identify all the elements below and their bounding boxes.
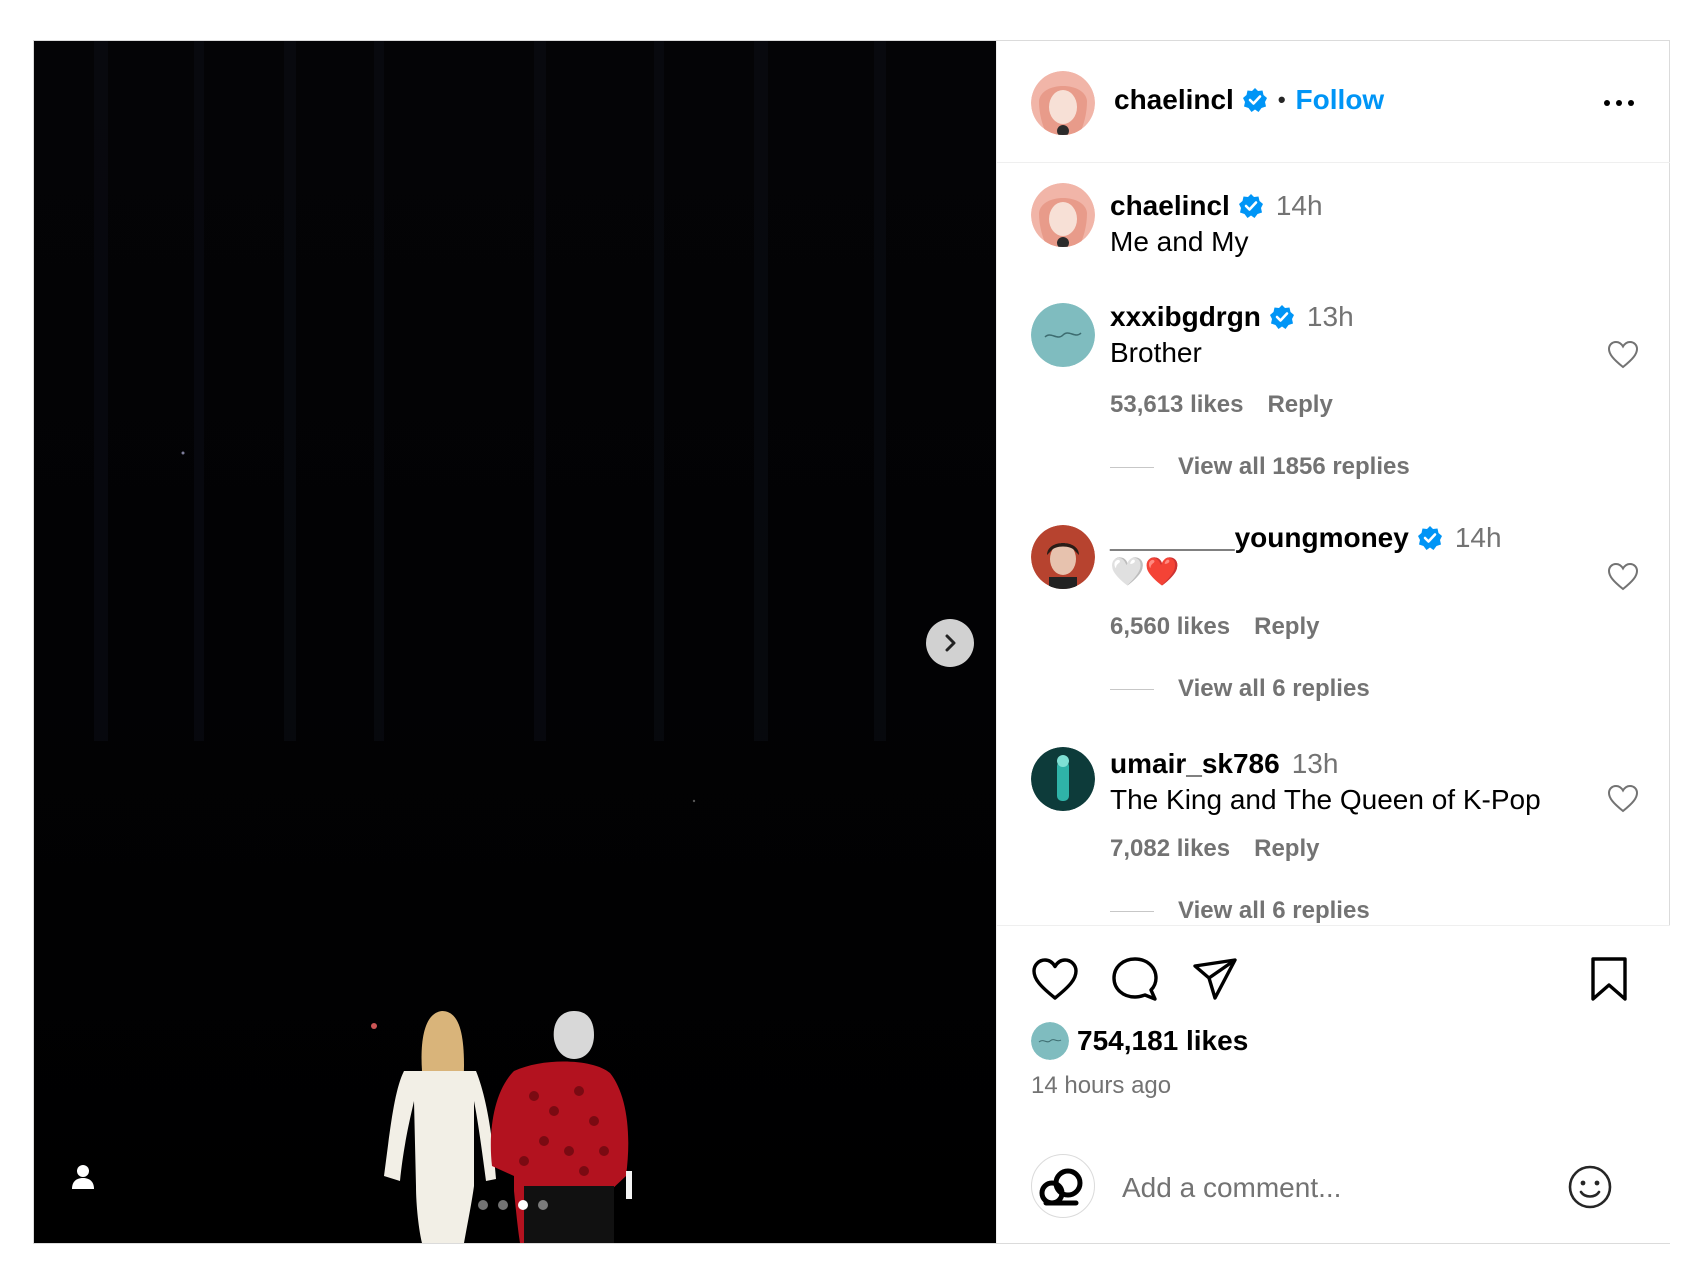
- avatar[interactable]: [1031, 747, 1095, 811]
- like-comment-icon[interactable]: [1607, 562, 1639, 592]
- verified-badge-icon: [1238, 194, 1263, 218]
- comment-username[interactable]: umair_sk786: [1110, 747, 1280, 781]
- author-header: chaelincl • Follow: [1114, 83, 1384, 117]
- carousel-dot: [498, 1200, 508, 1210]
- likes-summary[interactable]: 754,181 likes: [1031, 1022, 1248, 1060]
- avatar[interactable]: [1031, 303, 1095, 367]
- current-user-avatar: [1031, 1154, 1095, 1218]
- comment-time[interactable]: 13h: [1307, 300, 1354, 334]
- reply-button[interactable]: Reply: [1254, 613, 1319, 641]
- view-replies-label: View all 6 replies: [1178, 675, 1370, 702]
- view-replies-button[interactable]: View all 6 replies: [1110, 897, 1370, 925]
- likes-count[interactable]: 754,181 likes: [1077, 1025, 1248, 1057]
- post-time-ago[interactable]: 14 hours ago: [1031, 1072, 1171, 1100]
- divider: [1110, 688, 1154, 690]
- comment-username[interactable]: ________youngmoney: [1110, 521, 1409, 555]
- liked-by-avatar: [1031, 1022, 1069, 1060]
- chevron-right-icon: [945, 634, 956, 652]
- comment-bubble-icon[interactable]: [1111, 956, 1159, 1002]
- post-side-panel: chaelincl • Follow chaelincl 14h Me and …: [996, 41, 1670, 1243]
- add-comment-input[interactable]: [1120, 1164, 1544, 1212]
- more-options-icon[interactable]: [1602, 93, 1636, 113]
- next-slide-button[interactable]: [926, 619, 974, 667]
- reply-button[interactable]: Reply: [1267, 391, 1332, 419]
- comment: umair_sk786 13h The King and The Queen o…: [997, 747, 1670, 947]
- caption: chaelincl 14h Me and My: [997, 183, 1670, 283]
- comment-text: The King and The Queen of K-Pop: [1110, 784, 1541, 815]
- comment-likes[interactable]: 6,560 likes: [1110, 613, 1230, 641]
- author-username[interactable]: chaelincl: [1114, 83, 1234, 117]
- divider: [1110, 910, 1154, 912]
- avatar[interactable]: [1031, 525, 1095, 589]
- comment-meta: 53,613 likes Reply: [1110, 391, 1333, 419]
- comment-time[interactable]: 14h: [1276, 189, 1323, 223]
- view-replies-button[interactable]: View all 6 replies: [1110, 675, 1370, 703]
- carousel-dot-active: [518, 1200, 528, 1210]
- post-dialog: chaelincl • Follow chaelincl 14h Me and …: [33, 40, 1670, 1244]
- post-media[interactable]: [34, 41, 996, 1243]
- view-replies-label: View all 1856 replies: [1178, 453, 1410, 480]
- save-bookmark-icon[interactable]: [1589, 956, 1629, 1002]
- emoji-icon[interactable]: [1567, 1164, 1613, 1210]
- comments-list[interactable]: chaelincl 14h Me and My xxxibgdrgn 13h B…: [997, 163, 1670, 966]
- verified-badge-icon: [1417, 526, 1442, 550]
- post-header: chaelincl • Follow: [997, 41, 1670, 163]
- view-replies-label: View all 6 replies: [1178, 897, 1370, 924]
- tagged-users-button[interactable]: [70, 1163, 96, 1191]
- post-actions: 754,181 likes 14 hours ago: [997, 925, 1670, 1243]
- avatar[interactable]: [1031, 183, 1095, 247]
- carousel-indicator: [478, 1200, 548, 1210]
- carousel-dot: [478, 1200, 488, 1210]
- comment-time[interactable]: 14h: [1455, 521, 1502, 555]
- header-separator: •: [1277, 87, 1286, 112]
- view-replies-button[interactable]: View all 1856 replies: [1110, 453, 1410, 481]
- comment-likes[interactable]: 7,082 likes: [1110, 835, 1230, 863]
- comment-username[interactable]: xxxibgdrgn: [1110, 300, 1261, 334]
- share-send-icon[interactable]: [1191, 956, 1239, 1002]
- comment: xxxibgdrgn 13h Brother 53,613 likes Repl…: [997, 300, 1670, 503]
- reply-button[interactable]: Reply: [1254, 835, 1319, 863]
- verified-badge-icon: [1269, 305, 1294, 329]
- comment: ________youngmoney 14h 🤍❤️ 6,560 likes R…: [997, 522, 1670, 725]
- comment-meta: 7,082 likes Reply: [1110, 835, 1319, 863]
- follow-button[interactable]: Follow: [1296, 83, 1385, 117]
- like-heart-icon[interactable]: [1031, 956, 1079, 1002]
- author-avatar[interactable]: [1031, 71, 1095, 135]
- comment-text: Brother: [1110, 337, 1202, 368]
- divider: [1110, 466, 1154, 468]
- like-comment-icon[interactable]: [1607, 340, 1639, 370]
- carousel-dot: [538, 1200, 548, 1210]
- comment-meta: 6,560 likes Reply: [1110, 613, 1319, 641]
- comment-text: 🤍❤️: [1110, 556, 1180, 587]
- comment-likes[interactable]: 53,613 likes: [1110, 391, 1243, 419]
- comment-text: Me and My: [1110, 226, 1249, 257]
- like-comment-icon[interactable]: [1607, 784, 1639, 814]
- add-comment-row: [997, 1136, 1670, 1244]
- verified-badge-icon: [1242, 88, 1267, 112]
- person-icon: [72, 1165, 94, 1189]
- comment-time[interactable]: 13h: [1292, 747, 1339, 781]
- comment-username[interactable]: chaelincl: [1110, 189, 1230, 223]
